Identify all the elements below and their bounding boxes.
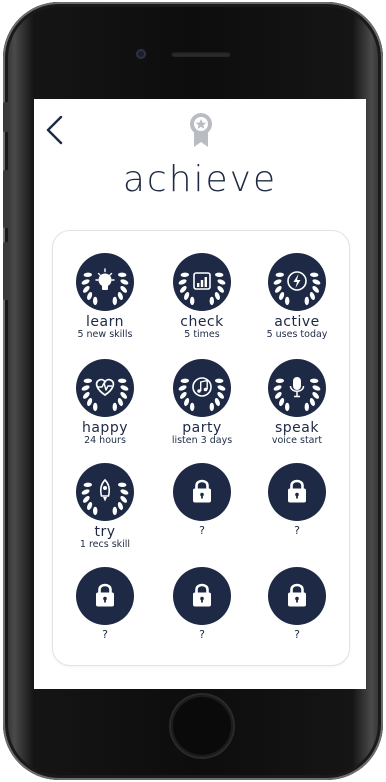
page-title: achieve: [122, 159, 278, 200]
badge-medal: [173, 359, 231, 417]
mute-switch: [3, 102, 9, 132]
badge-medal: [76, 463, 134, 521]
badge-detail: voice start: [271, 435, 323, 446]
back-button[interactable]: [40, 113, 70, 147]
badge-medal-locked: [268, 567, 326, 625]
phone-frame: achieve learn 5 new skills check 5 times…: [3, 2, 383, 780]
earpiece-speaker: [171, 51, 231, 57]
badge-name: party: [182, 420, 222, 436]
badge-name: try: [94, 524, 116, 540]
front-camera: [136, 49, 146, 59]
badge-detail: 5 uses today: [266, 329, 328, 340]
locked-badge[interactable]: ?: [257, 463, 337, 537]
badge-detail: 24 hours: [84, 435, 126, 446]
award-ribbon-icon: [190, 113, 212, 147]
badge-medal-locked: [173, 463, 231, 521]
rocket-icon: [81, 478, 129, 516]
lock-icon: [193, 479, 211, 503]
badge-medal: [76, 253, 134, 311]
bar-chart-icon: [178, 272, 226, 306]
badge-medal-locked: [76, 567, 134, 625]
badge-medal: [76, 359, 134, 417]
badge-speak[interactable]: speak voice start: [257, 359, 337, 447]
badge-detail: listen 3 days: [171, 435, 233, 446]
badge-name: speak: [275, 420, 319, 436]
badge-active[interactable]: active 5 uses today: [257, 253, 337, 341]
heart-pulse-icon: [81, 378, 129, 412]
locked-label: ?: [294, 524, 300, 537]
app-screen: achieve learn 5 new skills check 5 times…: [34, 99, 366, 689]
lock-icon: [96, 583, 114, 607]
locked-badge[interactable]: ?: [257, 567, 337, 641]
badge-name: active: [274, 314, 320, 330]
badge-check[interactable]: check 5 times: [162, 253, 242, 341]
badge-name: learn: [86, 314, 124, 330]
locked-badge[interactable]: ?: [162, 567, 242, 641]
locked-label: ?: [294, 628, 300, 641]
achievements-card: learn 5 new skills check 5 times active …: [52, 230, 350, 666]
lightbulb-icon: [81, 268, 129, 306]
badge-detail: 1 recs skill: [79, 539, 131, 550]
lock-icon: [193, 583, 211, 607]
locked-badge[interactable]: ?: [162, 463, 242, 537]
home-button[interactable]: [171, 695, 233, 757]
badge-medal: [268, 253, 326, 311]
badge-name: check: [180, 314, 224, 330]
badge-party[interactable]: party listen 3 days: [162, 359, 242, 447]
badge-detail: 5 new skills: [77, 329, 133, 340]
badge-medal-locked: [268, 463, 326, 521]
locked-badge[interactable]: ?: [65, 567, 145, 641]
lock-icon: [288, 479, 306, 503]
volume-down-button: [3, 242, 9, 300]
locked-label: ?: [102, 628, 108, 641]
locked-label: ?: [199, 524, 205, 537]
music-note-icon: [178, 377, 226, 412]
microphone-icon: [273, 377, 321, 412]
badge-detail: 5 times: [184, 329, 220, 340]
lock-icon: [288, 583, 306, 607]
chevron-left-icon: [46, 115, 63, 145]
badge-happy[interactable]: happy 24 hours: [65, 359, 145, 447]
badge-name: happy: [81, 420, 128, 436]
locked-label: ?: [199, 628, 205, 641]
badge-medal: [173, 253, 231, 311]
badge-learn[interactable]: learn 5 new skills: [65, 253, 145, 341]
badge-try[interactable]: try 1 recs skill: [65, 463, 145, 551]
badge-medal: [268, 359, 326, 417]
volume-up-button: [3, 170, 9, 228]
lightning-icon: [273, 271, 321, 306]
badge-medal-locked: [173, 567, 231, 625]
